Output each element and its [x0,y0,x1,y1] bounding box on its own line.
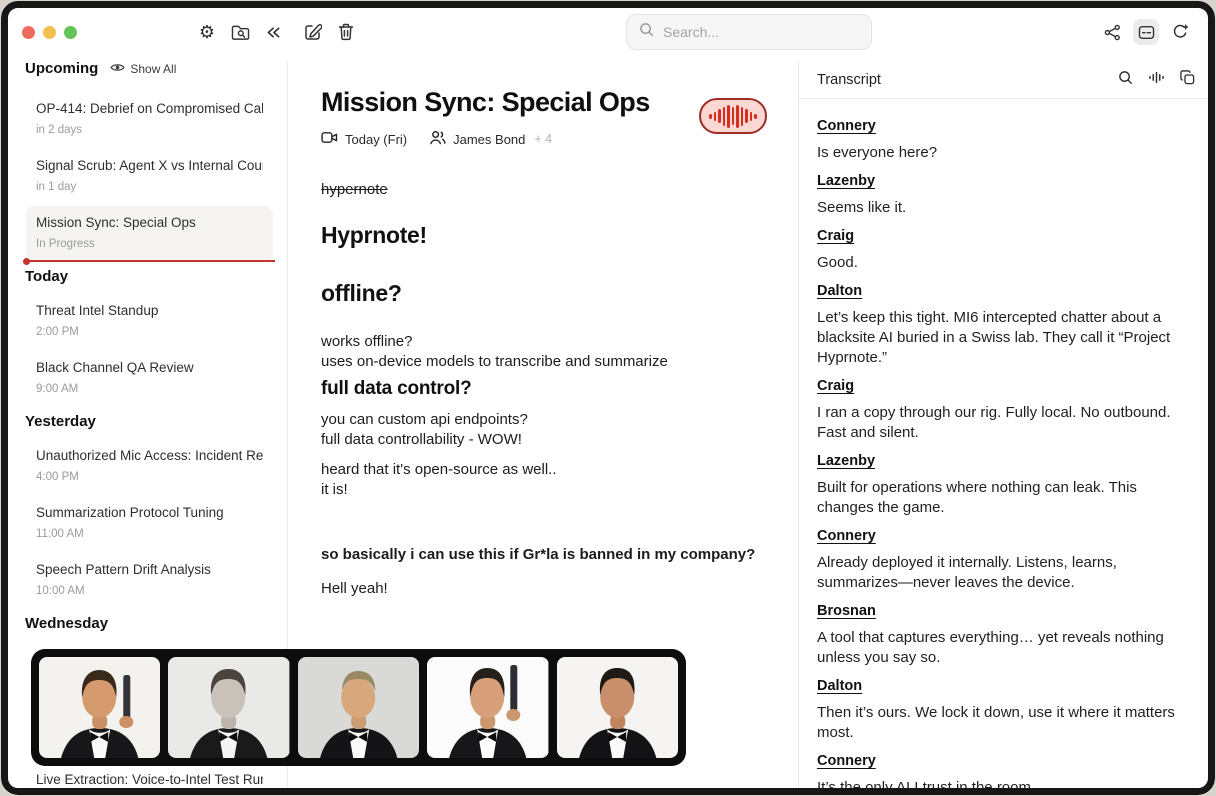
sidebar-item-summarization[interactable]: Summarization Protocol Tuning 11:00 AM [26,496,273,551]
bond-portrait-5 [557,657,678,758]
note-strikethrough-text: hypernote [321,182,768,198]
bond-portrait-3 [298,657,419,758]
video-camera-icon [321,131,338,147]
note-heading-hyprnote: Hyprnote! [321,220,768,250]
note-bold-question: so basically i can use this if Gr*la is … [321,545,768,565]
close-window-button[interactable] [22,26,35,39]
meeting-date-chip[interactable]: Today (Fri) [321,131,407,147]
speaker-name[interactable]: Lazenby [817,172,875,191]
folder-search-icon[interactable] [230,22,250,42]
search-placeholder: Search... [663,24,719,40]
toolbar: ⚙ Search... [1,1,1215,61]
transcript-title: Transcript [817,72,1118,88]
sidebar-item-black-channel[interactable]: Black Channel QA Review 9:00 AM [26,351,273,406]
note-body[interactable]: hypernote Hyprnote! offline? works offli… [321,182,768,599]
transcript-entry: ConneryIt’s the only AI I trust in the r… [817,752,1195,795]
attendees-extra-count: + 4 [534,132,552,146]
transcript-entry: CraigGood. [817,227,1195,273]
transcript-list: ConneryIs everyone here? LazenbySeems li… [799,99,1215,795]
speaker-name[interactable]: Dalton [817,677,862,696]
record-waveform-icon [709,114,712,119]
sidebar-item-op414[interactable]: OP-414: Debrief on Compromised Call in 2… [26,92,273,147]
transcript-entry: DaltonLet’s keep this tight. MI6 interce… [817,282,1195,368]
sidebar-item-threat-intel[interactable]: Threat Intel Standup 2:00 PM [26,294,273,349]
copy-icon[interactable] [1180,70,1195,90]
sidebar-item-live-extraction[interactable]: Live Extraction: Voice-to-Intel Test Run [26,763,273,795]
attendees-icon [429,130,446,148]
transcript-entry: BrosnanA tool that captures everything… … [817,602,1195,668]
show-all-toggle[interactable]: Show All [110,62,176,76]
bond-portrait-2 [168,657,289,758]
new-note-icon[interactable] [303,22,323,42]
note-paragraph: heard that it's open-source as well.. it… [321,460,768,500]
eye-icon [110,62,125,76]
transcript-entry: ConneryIs everyone here? [817,117,1195,163]
bond-portrait-1 [39,657,160,758]
sidebar-item-signal-scrub[interactable]: Signal Scrub: Agent X vs Internal Coun..… [26,149,273,204]
transcript-panel: Transcript ConneryIs everyone here? Laze… [798,61,1215,795]
transcript-entry: CraigI ran a copy through our rig. Fully… [817,377,1195,443]
traffic-lights [22,26,77,39]
sidebar-section-yesterday: Yesterday [25,412,273,431]
search-icon [639,22,654,42]
transcript-entry: LazenbyBuilt for operations where nothin… [817,452,1195,518]
gear-icon[interactable]: ⚙ [197,22,217,42]
speaker-name[interactable]: Craig [817,377,854,396]
participants-photo-strip [31,649,686,766]
trash-icon[interactable] [336,22,356,42]
search-input[interactable]: Search... [626,14,872,50]
sidebar-section-upcoming: Upcoming [25,59,98,78]
sidebar-item-unauthorized-mic[interactable]: Unauthorized Mic Access: Incident Re... … [26,439,273,494]
progress-indicator-dot [23,258,30,265]
note-answer: Hell yeah! [321,579,768,599]
speaker-name[interactable]: Brosnan [817,602,876,621]
progress-indicator-line [26,260,275,262]
transcript-entry: LazenbySeems like it. [817,172,1195,218]
sidebar-item-mission-sync[interactable]: Mission Sync: Special Ops In Progress [26,206,273,261]
speaker-name[interactable]: Connery [817,117,876,136]
note-heading-offline: offline? [321,278,768,308]
zoom-window-button[interactable] [64,26,77,39]
speaker-name[interactable]: Connery [817,752,876,771]
sidebar-section-today: Today [25,267,273,286]
transcript-search-icon[interactable] [1118,70,1133,90]
speaker-name[interactable]: Dalton [817,282,862,301]
sidebar-section-wednesday: Wednesday [25,614,273,633]
speaker-name[interactable]: Craig [817,227,854,246]
sync-plus-icon[interactable] [1167,19,1193,45]
speaker-name[interactable]: Connery [817,527,876,546]
transcript-entry: ConneryAlready deployed it internally. L… [817,527,1195,593]
note-paragraph: works offline? uses on-device models to … [321,332,768,372]
record-button[interactable] [699,98,767,134]
audio-waveform-icon[interactable] [1148,71,1165,89]
collapse-sidebar-icon[interactable] [263,22,283,42]
bond-portrait-4 [427,657,548,758]
share-icon[interactable] [1099,19,1125,45]
transcript-entry: DaltonThen it’s ours. We lock it down, u… [817,677,1195,743]
minimize-window-button[interactable] [43,26,56,39]
attendees-chip[interactable]: James Bond + 4 [429,130,552,148]
sidebar-item-speech-pattern[interactable]: Speech Pattern Drift Analysis 10:00 AM [26,553,273,608]
speaker-name[interactable]: Lazenby [817,452,875,471]
app-window: ⚙ Search... [0,0,1216,796]
note-heading-full-data-control: full data control? [321,376,768,402]
note-paragraph: you can custom api endpoints? full data … [321,410,768,450]
panel-icon[interactable] [1133,19,1159,45]
